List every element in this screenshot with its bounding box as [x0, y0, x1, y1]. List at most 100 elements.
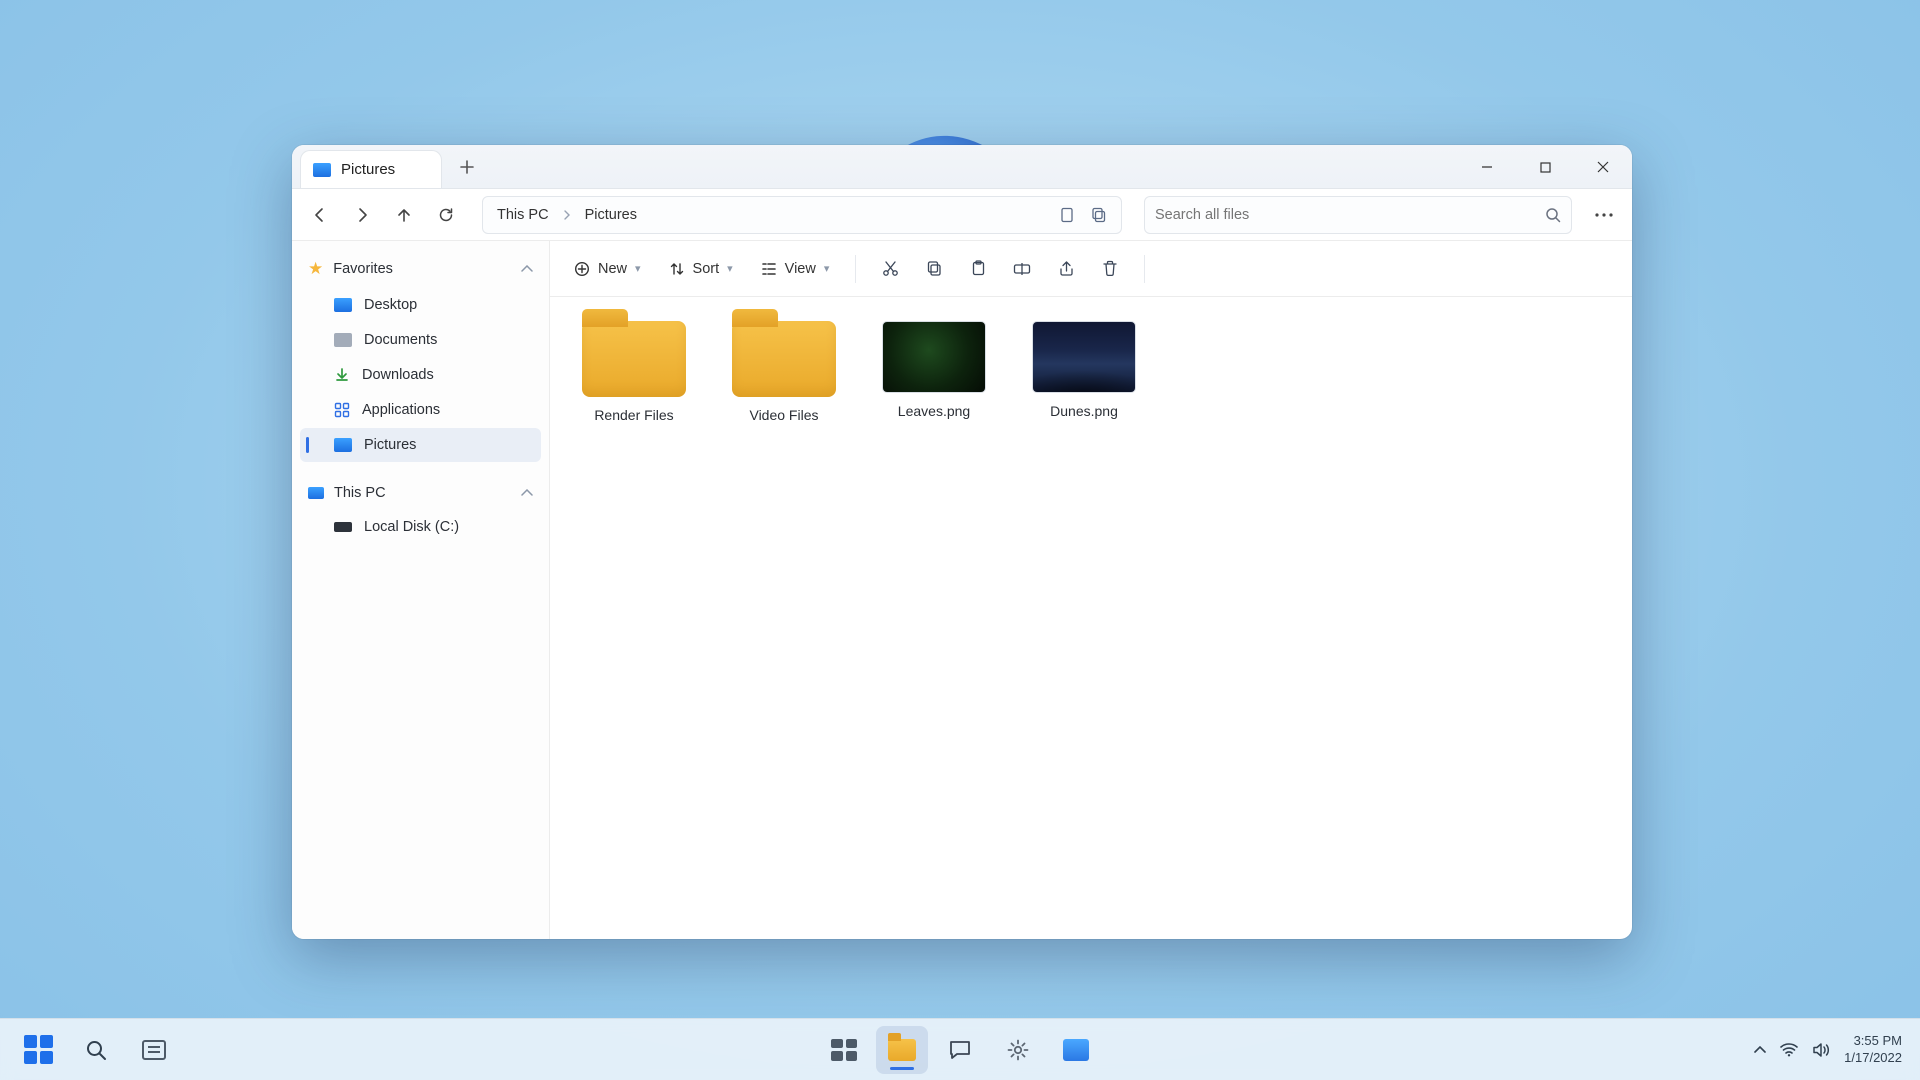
- widgets-button[interactable]: [818, 1026, 870, 1074]
- taskbar-app-photos[interactable]: [1050, 1026, 1102, 1074]
- refresh-icon: [438, 207, 454, 223]
- volume-icon: [1812, 1042, 1830, 1058]
- window-controls: [1458, 145, 1632, 189]
- refresh-button[interactable]: [428, 197, 464, 233]
- systray-chevron[interactable]: [1754, 1046, 1766, 1054]
- close-button[interactable]: [1574, 145, 1632, 189]
- sort-button[interactable]: Sort ▾: [659, 255, 743, 283]
- breadcrumb-pictures[interactable]: Pictures: [579, 203, 643, 227]
- taskbar-app-settings[interactable]: [992, 1026, 1044, 1074]
- forward-button[interactable]: [344, 197, 380, 233]
- folder-icon: [582, 321, 686, 397]
- file-item[interactable]: Video Files: [726, 321, 842, 423]
- view-label: View: [785, 261, 816, 277]
- sidebar-item-local-disk[interactable]: Local Disk (C:): [300, 510, 541, 544]
- sidebar-favorites-header[interactable]: ★ Favorites: [298, 251, 543, 287]
- chevron-up-icon: [521, 489, 533, 497]
- sidebar-item-pictures[interactable]: Pictures: [300, 428, 541, 462]
- sidebar-thispc-header[interactable]: This PC: [298, 477, 543, 509]
- favorites-label: Favorites: [333, 261, 393, 277]
- close-icon: [1597, 161, 1609, 173]
- files-grid[interactable]: Render Files Video Files Leaves.png Dune…: [550, 297, 1632, 939]
- pc-icon: [308, 487, 324, 499]
- taskbar-search-button[interactable]: [70, 1026, 122, 1074]
- start-button[interactable]: [12, 1026, 64, 1074]
- chevron-down-icon: ▾: [727, 262, 733, 275]
- divider: [855, 255, 856, 283]
- content-area: New ▾ Sort ▾ View ▾: [550, 241, 1632, 939]
- share-icon: [1058, 260, 1075, 277]
- disk-icon: [334, 522, 352, 532]
- sidebar: ★ Favorites Desktop Documents Downloads: [292, 241, 550, 939]
- copy-button[interactable]: [916, 251, 952, 287]
- view-button[interactable]: View ▾: [751, 255, 840, 283]
- volume-button[interactable]: [1812, 1042, 1830, 1058]
- plus-circle-icon: [574, 261, 590, 277]
- back-button[interactable]: [302, 197, 338, 233]
- pictures-icon: [313, 163, 331, 177]
- breadcrumb-separator: [563, 210, 571, 220]
- taskbar-app-chat[interactable]: [934, 1026, 986, 1074]
- breadcrumb-this-pc[interactable]: This PC: [491, 203, 555, 227]
- folder-icon: [732, 321, 836, 397]
- file-name: Dunes.png: [1050, 403, 1118, 419]
- star-icon: ★: [308, 259, 323, 279]
- trash-icon: [1102, 260, 1118, 277]
- desktop-icon: [334, 298, 352, 312]
- minimize-icon: [1481, 161, 1493, 173]
- wifi-button[interactable]: [1780, 1043, 1798, 1057]
- more-button[interactable]: [1586, 197, 1622, 233]
- clock[interactable]: 3:55 PM 1/17/2022: [1844, 1033, 1908, 1066]
- up-button[interactable]: [386, 197, 422, 233]
- view-icon: [761, 261, 777, 277]
- maximize-button[interactable]: [1516, 145, 1574, 189]
- file-item[interactable]: Dunes.png: [1026, 321, 1142, 423]
- arrow-up-icon: [396, 207, 412, 223]
- search-input[interactable]: [1155, 207, 1545, 223]
- date-label: 1/17/2022: [1844, 1050, 1902, 1066]
- chevron-up-icon: [1754, 1046, 1766, 1054]
- taskbar-app-explorer[interactable]: [876, 1026, 928, 1074]
- sidebar-item-downloads[interactable]: Downloads: [300, 358, 541, 392]
- download-icon: [334, 367, 350, 383]
- delete-button[interactable]: [1092, 251, 1128, 287]
- nav-row: This PC Pictures: [292, 189, 1632, 241]
- file-explorer-window: Pictures Thi: [292, 145, 1632, 939]
- address-action-2[interactable]: [1085, 201, 1113, 229]
- address-action-1[interactable]: [1053, 201, 1081, 229]
- arrow-right-icon: [354, 207, 370, 223]
- chat-icon: [948, 1039, 972, 1061]
- rename-button[interactable]: [1004, 251, 1040, 287]
- chevron-up-icon: [521, 265, 533, 273]
- search-icon: [85, 1039, 107, 1061]
- task-view-button[interactable]: [128, 1026, 180, 1074]
- new-button[interactable]: New ▾: [564, 255, 651, 283]
- thispc-label: This PC: [334, 485, 386, 501]
- titlebar: Pictures: [292, 145, 1632, 189]
- photos-icon: [1063, 1039, 1089, 1061]
- sidebar-item-desktop[interactable]: Desktop: [300, 288, 541, 322]
- address-bar[interactable]: This PC Pictures: [482, 196, 1122, 234]
- sort-icon: [669, 261, 685, 277]
- taskbar: 3:55 PM 1/17/2022: [0, 1018, 1920, 1080]
- file-name: Leaves.png: [898, 403, 970, 419]
- file-item[interactable]: Leaves.png: [876, 321, 992, 423]
- search-box[interactable]: [1144, 196, 1572, 234]
- command-bar: New ▾ Sort ▾ View ▾: [550, 241, 1632, 297]
- cut-icon: [882, 260, 899, 277]
- new-tab-button[interactable]: [450, 150, 484, 184]
- sidebar-item-applications[interactable]: Applications: [300, 393, 541, 427]
- sidebar-item-label: Applications: [362, 402, 440, 418]
- task-view-icon: [142, 1040, 166, 1060]
- minimize-button[interactable]: [1458, 145, 1516, 189]
- page-icon: [1060, 207, 1074, 223]
- widgets-icon: [831, 1039, 857, 1061]
- share-button[interactable]: [1048, 251, 1084, 287]
- maximize-icon: [1540, 162, 1551, 173]
- paste-icon: [970, 260, 987, 277]
- sidebar-item-documents[interactable]: Documents: [300, 323, 541, 357]
- window-tab[interactable]: Pictures: [300, 150, 442, 188]
- file-item[interactable]: Render Files: [576, 321, 692, 423]
- paste-button[interactable]: [960, 251, 996, 287]
- cut-button[interactable]: [872, 251, 908, 287]
